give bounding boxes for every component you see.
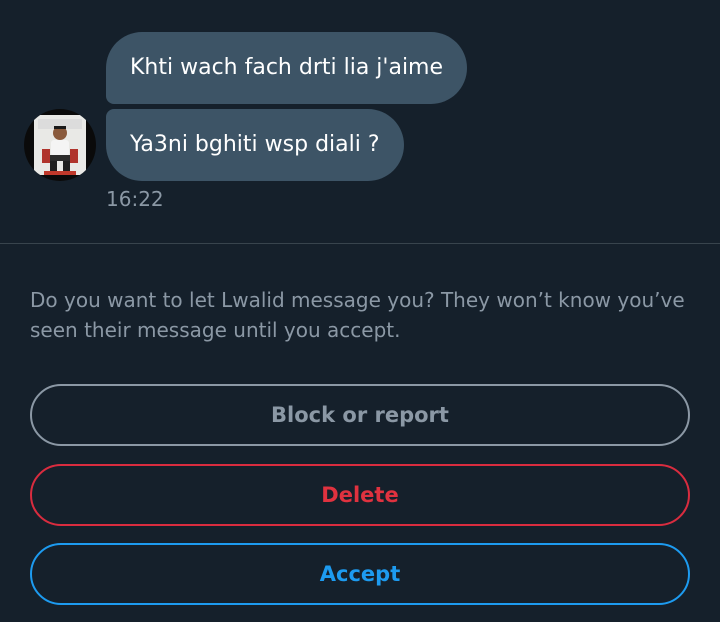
message-request-screen: Khti wach fach drti lia j'aime Ya3ni bgh…: [0, 0, 720, 622]
delete-button[interactable]: Delete: [30, 464, 690, 526]
block-or-report-button[interactable]: Block or report: [30, 384, 690, 446]
sender-avatar[interactable]: [24, 109, 96, 181]
message-timestamp: 16:22: [106, 187, 164, 211]
message-text: Khti wach fach drti lia j'aime: [130, 55, 444, 80]
message-bubble[interactable]: Ya3ni bghiti wsp diali ?: [106, 109, 404, 181]
message-bubble[interactable]: Khti wach fach drti lia j'aime: [106, 32, 468, 104]
accept-button[interactable]: Accept: [30, 543, 690, 605]
divider: [0, 243, 720, 244]
avatar-photo-icon: [24, 109, 96, 181]
message-text: Ya3ni bghiti wsp diali ?: [130, 132, 380, 157]
message-request-prompt: Do you want to let Lwalid message you? T…: [30, 288, 685, 342]
